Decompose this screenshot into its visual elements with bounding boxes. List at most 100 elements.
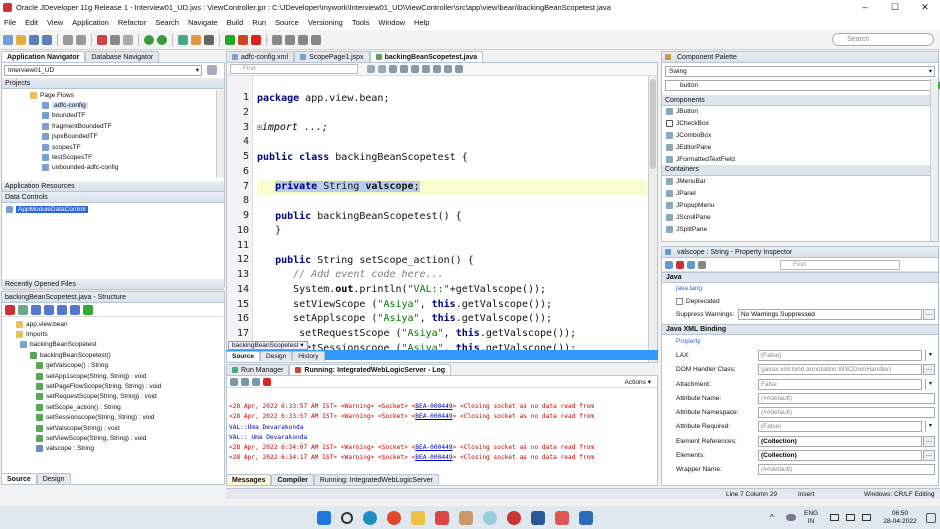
new-icon[interactable] — [3, 34, 13, 45]
palette-item[interactable]: JSplitPane — [666, 223, 938, 235]
minimize-button[interactable]: – — [850, 0, 880, 14]
find-prev-icon[interactable] — [367, 65, 375, 73]
components-header[interactable]: Components — [662, 95, 938, 106]
word-icon[interactable] — [531, 510, 545, 525]
application-menu-icon[interactable] — [207, 65, 217, 75]
toggle-icon[interactable] — [444, 65, 452, 73]
categories-icon[interactable] — [687, 260, 695, 269]
filter-icon[interactable] — [57, 304, 67, 315]
tab-log-bottom[interactable]: Compiler — [271, 474, 314, 485]
containers-header[interactable]: Containers — [662, 164, 938, 176]
menu-view[interactable]: View — [47, 18, 63, 27]
property-value-field[interactable]: (Collection) — [758, 450, 922, 462]
paste-icon[interactable] — [123, 34, 133, 45]
inspector-find-input[interactable]: Find — [780, 260, 900, 270]
structure-item[interactable]: valscope : String — [6, 444, 224, 454]
maximize-button[interactable]: ☐ — [880, 0, 910, 14]
deprecated-checkbox-row[interactable]: Deprecated — [662, 295, 938, 307]
editor-scroll-thumb[interactable] — [650, 79, 656, 169]
edge-icon[interactable] — [363, 510, 377, 525]
log-message-link[interactable]: BEA-000449 — [415, 444, 452, 451]
structure-item[interactable]: setPageFlowScope(String, String) : void — [6, 381, 224, 391]
undo-icon[interactable] — [63, 34, 73, 45]
tab-editor-file[interactable]: ScopePage1.jspx — [294, 51, 370, 62]
cloud-icon[interactable] — [786, 514, 796, 521]
wifi-icon[interactable] — [830, 514, 839, 521]
code-area[interactable]: package app.view.bean; ⊞import ...; publ… — [257, 76, 647, 362]
java-lang-link[interactable]: java.lang — [662, 283, 938, 295]
property-value-field[interactable]: (Collection) — [758, 435, 922, 447]
application-select[interactable]: Interview01_UD ▾ — [4, 65, 202, 76]
jdeveloper-taskbar-icon[interactable] — [459, 510, 473, 525]
filter-icon[interactable] — [70, 304, 80, 315]
toggle-icon[interactable] — [285, 34, 295, 45]
deprecated-checkbox[interactable] — [676, 297, 683, 305]
actions-menu[interactable]: Actions ▾ — [625, 378, 651, 386]
palette-scrollbar[interactable] — [930, 79, 938, 241]
chrome-icon[interactable] — [387, 510, 401, 525]
editor-breadcrumb[interactable]: backingBeanScopetest ▾ — [228, 341, 308, 350]
property-value-field[interactable]: (javax.xml.bind.annotation.W3CDomHandler… — [758, 364, 922, 376]
palette-item[interactable]: JComboBox — [666, 130, 938, 142]
structure-item[interactable]: app.view.bean — [6, 319, 224, 329]
suppress-warnings-field[interactable]: No Warnings Suppressed — [738, 308, 922, 320]
property-ellipsis-button[interactable]: … — [923, 435, 935, 447]
data-controls-header[interactable]: Data Controls — [2, 192, 224, 203]
volume-icon[interactable] — [846, 514, 855, 521]
palette-search-input[interactable]: button — [665, 80, 940, 91]
log-message-link[interactable]: BEA-000449 — [415, 403, 452, 410]
palette-page-select[interactable]: Swing ▾ — [665, 66, 935, 77]
tree-item[interactable]: jspxBoundedTF — [2, 132, 212, 142]
tab-run-manager[interactable]: Run Manager — [226, 364, 290, 375]
pin-icon[interactable] — [676, 260, 684, 269]
tab-application-navigator[interactable]: Application Navigator — [1, 51, 86, 62]
property-value-field[interactable]: (False) — [758, 421, 922, 433]
cut-icon[interactable] — [97, 34, 107, 45]
structure-item[interactable]: backingBeanScopetest() — [6, 350, 224, 360]
stop-icon[interactable] — [251, 34, 261, 45]
chevron-down-icon[interactable]: ▾ — [925, 349, 935, 361]
palette-item[interactable]: JButton — [666, 106, 938, 118]
tree-scrollbar[interactable] — [216, 90, 224, 178]
property-link[interactable]: Property — [662, 335, 938, 348]
search-icon[interactable] — [341, 511, 353, 524]
toggle-icon[interactable] — [311, 34, 321, 45]
menu-search[interactable]: Search — [155, 18, 179, 27]
tab-editor-file[interactable]: backingBeanScopetest.java — [369, 51, 484, 62]
palette-item[interactable]: JPopupMenu — [666, 200, 938, 212]
edit-icon[interactable] — [698, 260, 706, 269]
menu-source[interactable]: Source — [275, 18, 299, 27]
app-icon[interactable] — [435, 510, 449, 525]
tree-item[interactable]: fragmentBoundedTF — [2, 121, 212, 131]
tab-editor-source[interactable]: Source — [226, 351, 261, 361]
log-message-link[interactable]: BEA-000449 — [415, 454, 452, 461]
menu-build[interactable]: Build — [227, 18, 244, 27]
menu-tools[interactable]: Tools — [352, 18, 370, 27]
property-value-field[interactable]: (##default) — [758, 407, 935, 419]
filter-icon[interactable] — [44, 304, 54, 315]
data-control-item[interactable]: AppModuleDataControl — [6, 204, 88, 214]
menu-versioning[interactable]: Versioning — [308, 18, 343, 27]
notifications-icon[interactable] — [926, 512, 936, 523]
global-search-input[interactable]: Search — [832, 33, 934, 46]
tab-editor-file[interactable]: adfc-config.xml — [226, 51, 295, 62]
stop-icon[interactable] — [263, 377, 271, 386]
tab-log-bottom[interactable]: Messages — [226, 474, 272, 485]
suppress-warnings-ellipsis-button[interactable]: … — [923, 308, 935, 320]
editor-find-input[interactable]: Find — [230, 64, 358, 74]
menu-window[interactable]: Window — [378, 18, 405, 27]
property-value-field[interactable]: False — [758, 378, 922, 390]
log-message-link[interactable]: BEA-000449 — [415, 413, 452, 420]
palette-item[interactable]: JPanel — [666, 188, 938, 200]
structure-item[interactable]: setScope_action() : String — [6, 402, 224, 412]
structure-item[interactable]: setSessionscope(String, String) : void — [6, 413, 224, 423]
property-value-field[interactable]: (##default) — [758, 392, 935, 404]
make-icon[interactable] — [178, 34, 188, 45]
application-resources-header[interactable]: Application Resources — [2, 181, 224, 192]
tree-item[interactable]: Page Flows — [2, 90, 212, 100]
toggle-icon[interactable] — [411, 65, 419, 73]
palette-item[interactable]: JEditorPane — [666, 141, 938, 153]
menu-application[interactable]: Application — [72, 18, 109, 27]
tab-weblogic-log[interactable]: Running: IntegratedWebLogicServer - Log — [289, 364, 452, 375]
toggle-icon[interactable] — [422, 65, 430, 73]
